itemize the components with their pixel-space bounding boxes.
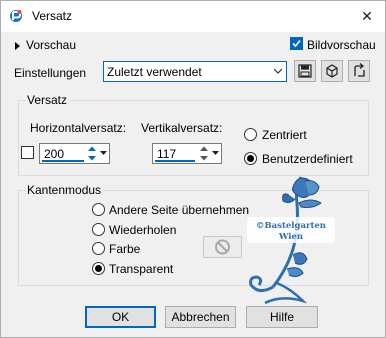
- chevron-down-icon: [273, 68, 283, 74]
- vertical-offset-spinner[interactable]: 117: [152, 143, 222, 164]
- edge-wrap-radio[interactable]: [92, 203, 105, 216]
- edge-wrap-label: Andere Seite übernehmen: [109, 203, 250, 217]
- vertical-offset-label: Vertikalversatz:: [141, 121, 223, 135]
- title-bar: Versatz ✕: [1, 1, 385, 32]
- close-button[interactable]: ✕: [356, 5, 378, 27]
- spin-down-icon[interactable]: [87, 154, 97, 162]
- help-button[interactable]: Hilfe: [246, 306, 318, 328]
- preset-value: Zuletzt verwendet: [107, 65, 202, 79]
- spin-up-icon[interactable]: [199, 145, 209, 153]
- preview-toggle[interactable]: Vorschau: [15, 38, 76, 52]
- chevron-down-icon[interactable]: [99, 148, 108, 157]
- edge-color-label: Farbe: [109, 242, 141, 256]
- centered-radio[interactable]: [244, 128, 257, 141]
- close-icon: ✕: [361, 8, 373, 24]
- image-preview-label: Bildvorschau: [307, 38, 376, 52]
- settings-label: Einstellungen: [14, 66, 87, 80]
- centered-label: Zentriert: [262, 128, 307, 142]
- reset-icon: [354, 63, 365, 77]
- window-title: Versatz: [32, 9, 73, 23]
- watermark-line-1: ©Bastelgarten: [256, 221, 326, 231]
- checkmark-icon: [292, 39, 301, 48]
- vertical-offset-value: 117: [157, 147, 177, 161]
- manage-presets-icon: [326, 64, 338, 78]
- reset-button[interactable]: [348, 60, 370, 82]
- spin-up-icon[interactable]: [87, 145, 97, 153]
- ok-button[interactable]: OK: [85, 306, 156, 328]
- edge-color-radio[interactable]: [92, 242, 105, 255]
- edge-mode-title: Kantenmodus: [25, 183, 104, 197]
- no-color-icon: [215, 239, 230, 255]
- watermark-flower-logo: ©Bastelgarten Wien: [247, 176, 335, 305]
- custom-radio[interactable]: [244, 152, 257, 165]
- expand-arrow-icon: [15, 41, 20, 50]
- dialog-window: Versatz ✕ Vorschau Bildvorschau Einstell…: [0, 0, 386, 338]
- app-logo-icon: [10, 10, 22, 22]
- save-preset-button[interactable]: [294, 60, 316, 82]
- horizontal-offset-spinner[interactable]: 200: [39, 143, 110, 164]
- edge-repeat-radio[interactable]: [92, 223, 105, 236]
- spin-down-icon[interactable]: [199, 154, 209, 162]
- chevron-down-icon[interactable]: [211, 148, 220, 157]
- manage-presets-button[interactable]: [321, 60, 343, 82]
- horizontal-offset-value: 200: [44, 147, 65, 161]
- save-icon: [298, 64, 312, 78]
- cancel-button[interactable]: Abbrechen: [165, 306, 236, 328]
- image-preview-checkbox[interactable]: [290, 37, 303, 50]
- preset-dropdown[interactable]: Zuletzt verwendet: [103, 61, 287, 82]
- watermark-line-2: Wien: [278, 232, 303, 242]
- offset-group-title: Versatz: [25, 93, 70, 107]
- edge-color-swatch: [203, 236, 242, 258]
- link-offset-checkbox[interactable]: [21, 146, 34, 159]
- edge-transparent-radio[interactable]: [92, 262, 105, 275]
- edge-repeat-label: Wiederholen: [109, 223, 177, 237]
- preview-toggle-label: Vorschau: [26, 38, 77, 52]
- edge-transparent-label: Transparent: [109, 262, 174, 276]
- horizontal-offset-label: Horizontalversatz:: [30, 121, 127, 135]
- custom-label: Benutzerdefiniert: [262, 152, 353, 166]
